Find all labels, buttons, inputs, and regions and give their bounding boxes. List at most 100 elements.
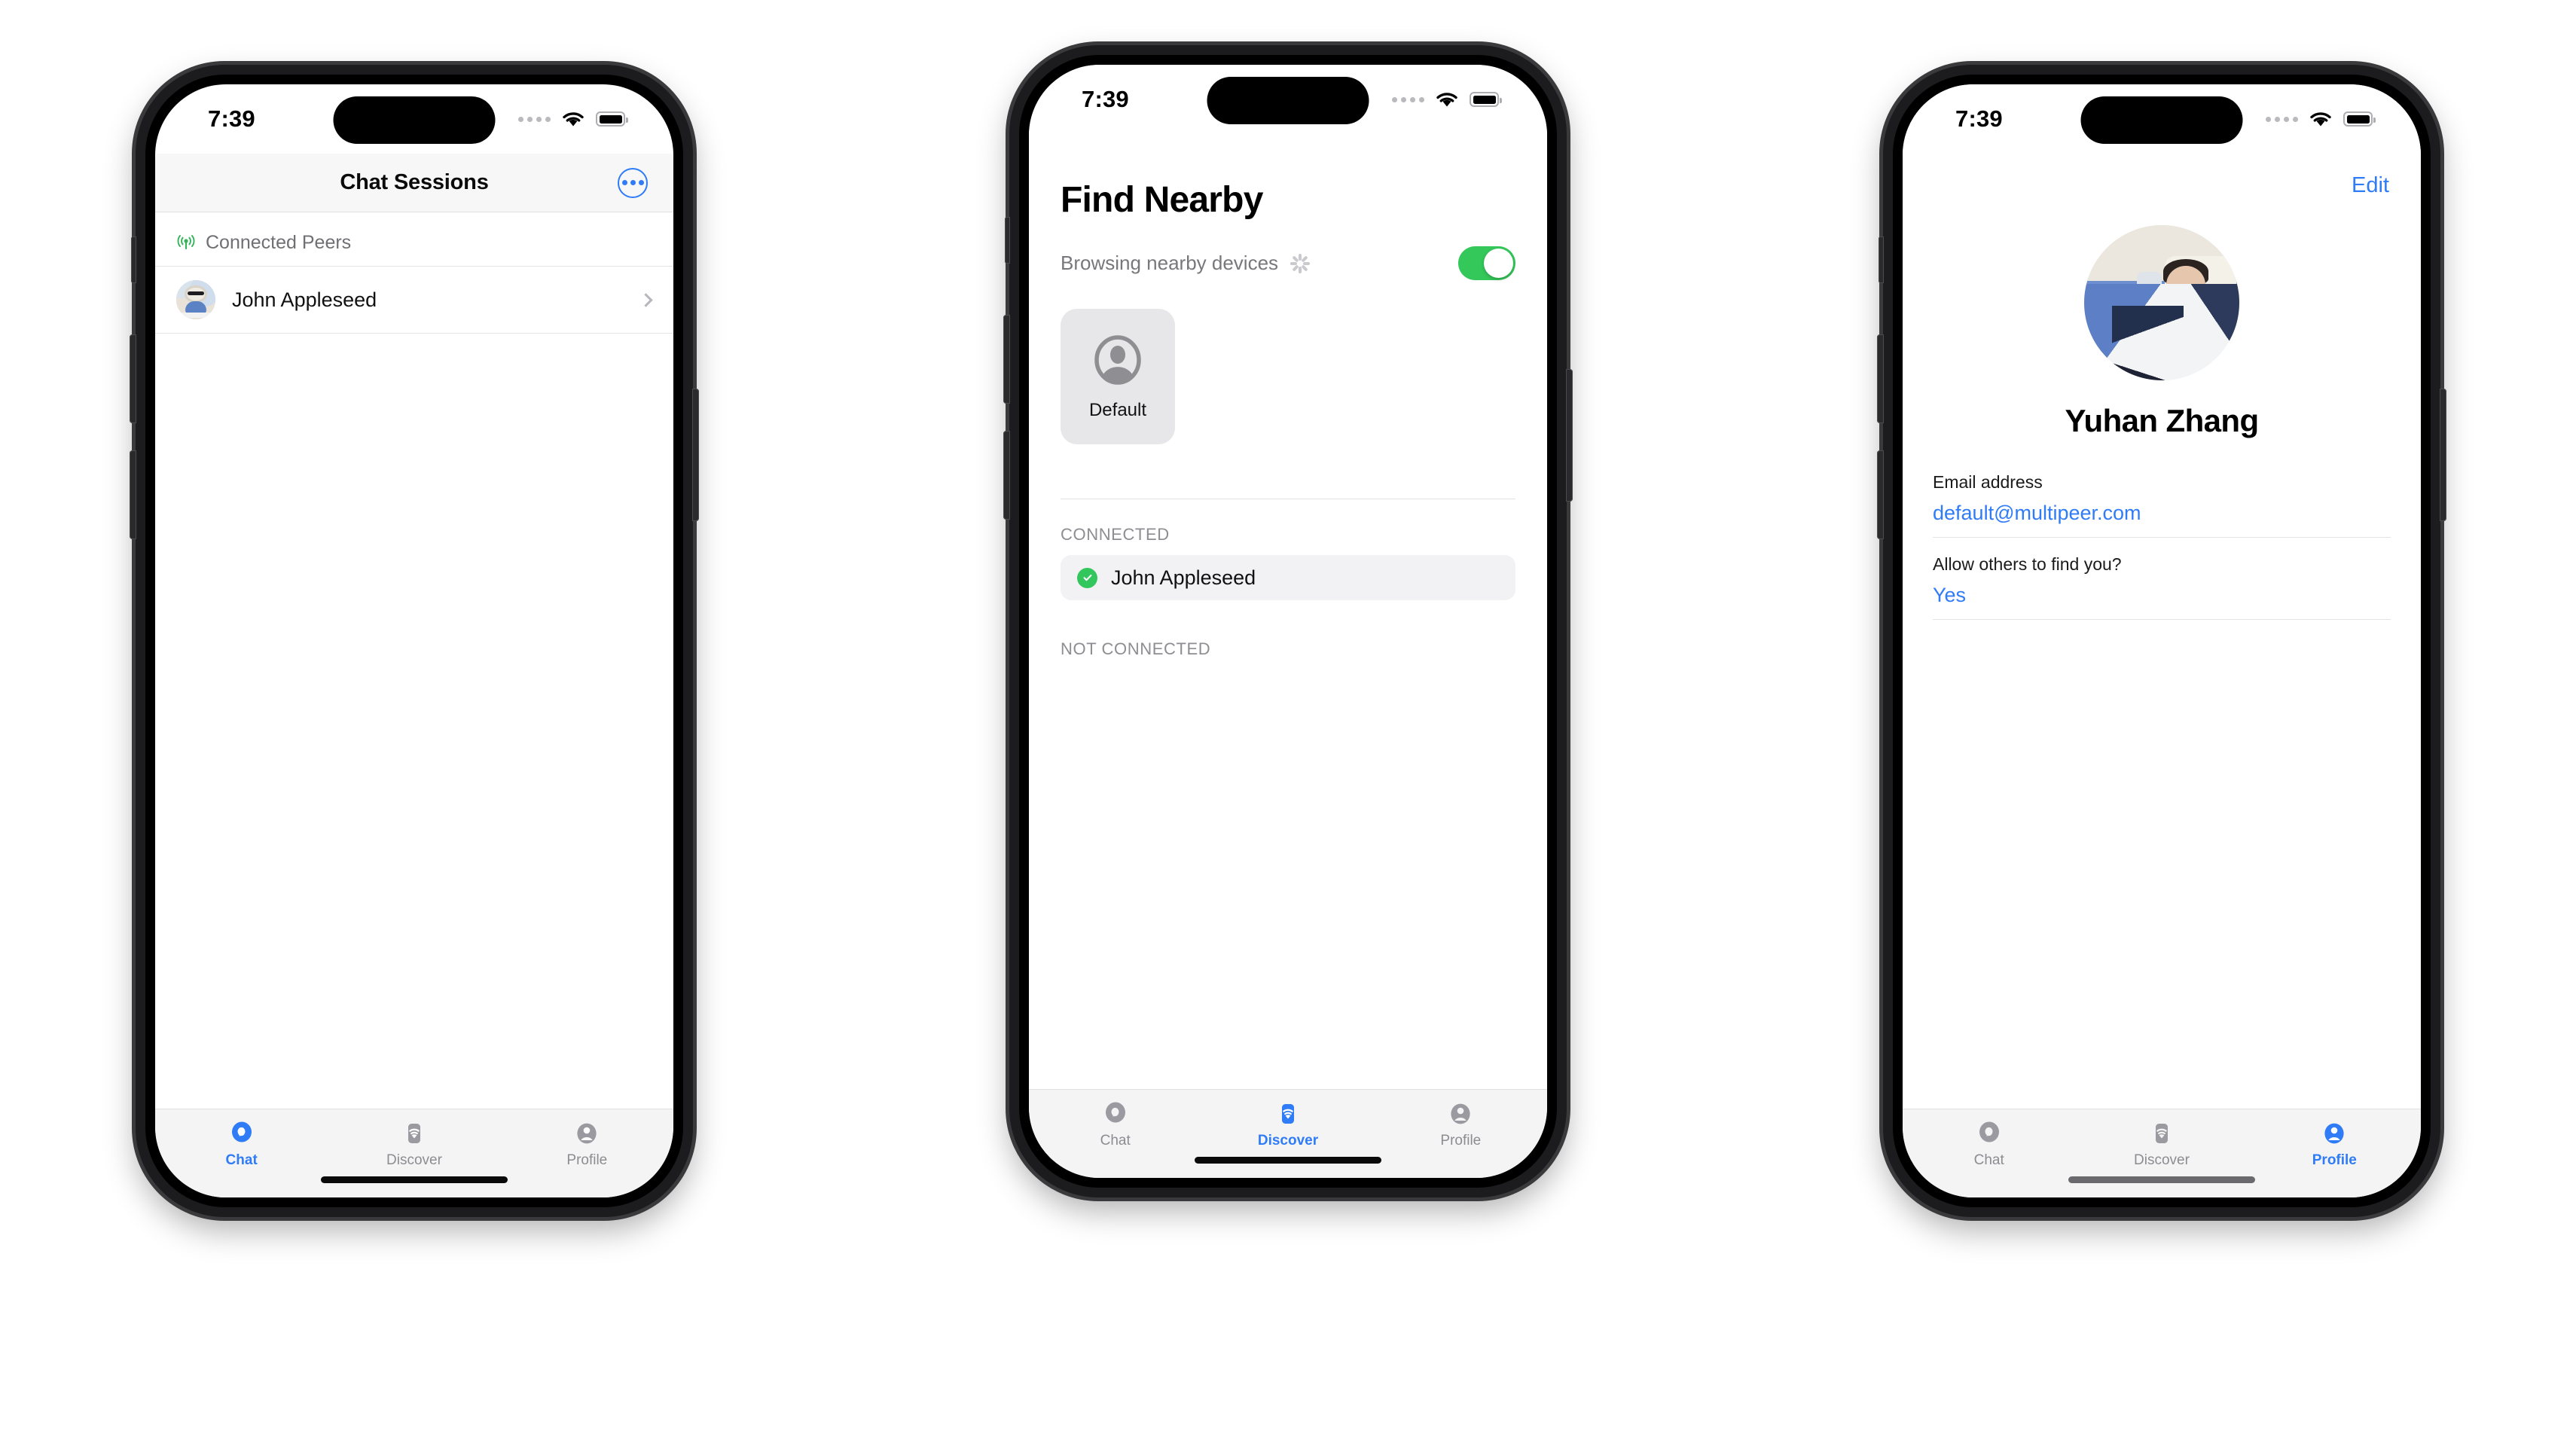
home-indicator[interactable] [2068, 1176, 2255, 1183]
wifi-card-icon [407, 1124, 420, 1143]
wifi-icon [1436, 93, 1457, 107]
tab-label: Discover [2134, 1152, 2190, 1168]
field-label: Email address [1933, 472, 2043, 492]
battery-icon [2343, 111, 2376, 127]
ellipsis-circle-icon[interactable] [618, 167, 648, 198]
section-label: Connected Peers [206, 232, 352, 253]
power-button[interactable] [2440, 389, 2446, 521]
tab-chat[interactable]: Chat [155, 1120, 328, 1169]
profile-name: Yuhan Zhang [2065, 403, 2259, 438]
screenshot-canvas: 7:39 Chat Sessions Connected Peers John … [0, 0, 2576, 1446]
silent-switch[interactable] [1879, 236, 1884, 283]
connected-peers-header: Connected Peers [155, 212, 673, 267]
device-label: Default [1088, 400, 1147, 420]
status-indicators [2266, 111, 2376, 127]
wifi-card-icon [2155, 1124, 2168, 1143]
cellular-dots-icon [1392, 96, 1424, 102]
volume-down-button[interactable] [1877, 450, 1884, 539]
cellular-dots-icon [518, 116, 551, 122]
status-time: 7:39 [208, 105, 255, 132]
avatar[interactable] [2084, 225, 2239, 380]
field-email: Email address default@multipeer.com [1933, 472, 2391, 538]
field-label: Allow others to find you? [1933, 554, 2122, 574]
tab-label: Profile [1440, 1133, 1482, 1149]
phone1-screen: 7:39 Chat Sessions Connected Peers John … [155, 84, 673, 1197]
power-button[interactable] [1566, 369, 1573, 502]
tab-label: Chat [225, 1152, 258, 1168]
edit-row: Edit [1903, 154, 2421, 198]
wifi-icon [2310, 112, 2331, 127]
volume-down-button[interactable] [130, 450, 136, 539]
browsing-status-row: Browsing nearby devices [1029, 221, 1547, 280]
silent-switch[interactable] [131, 236, 136, 283]
group-title-connected: CONNECTED [1061, 525, 1170, 544]
phone2-screen: 7:39 Find Nearby Browsing nearby devices [1029, 65, 1547, 1178]
person-circle-icon [1451, 1103, 1470, 1124]
volume-down-button[interactable] [1003, 431, 1010, 520]
chevron-right-icon [639, 292, 653, 307]
browsing-toggle[interactable] [1458, 246, 1515, 280]
discoverable-value[interactable]: Yes [1933, 584, 2391, 607]
phone-device-profile: 7:39 Edit Yuhan Zhang Email address defa… [1877, 65, 2446, 1217]
tab-label: Profile [2312, 1152, 2357, 1168]
page-title: Find Nearby [1061, 180, 1263, 220]
tab-bar: Chat Discover Profile [1903, 1109, 2421, 1197]
check-circle-icon [1077, 567, 1097, 588]
battery-icon [1470, 92, 1502, 107]
wifi-icon [563, 112, 584, 127]
silent-switch[interactable] [1005, 217, 1010, 264]
tab-chat[interactable]: Chat [1029, 1100, 1201, 1149]
phone-device-chat: 7:39 Chat Sessions Connected Peers John … [130, 65, 699, 1217]
wifi-card-icon [1281, 1104, 1294, 1124]
chat-sessions-list: Connected Peers John Appleseed [155, 212, 673, 1109]
dynamic-island [333, 96, 496, 144]
status-indicators [518, 111, 628, 127]
antenna-broadcast-icon [177, 234, 195, 249]
page-title: Chat Sessions [340, 170, 489, 194]
tab-chat[interactable]: Chat [1903, 1120, 2075, 1169]
loading-spinner-icon [1289, 252, 1311, 275]
chat-bubble-icon [1105, 1102, 1125, 1123]
battery-icon [596, 111, 628, 127]
tab-label: Chat [1973, 1152, 2004, 1168]
group-title-not-connected: NOT CONNECTED [1061, 639, 1211, 658]
status-time: 7:39 [1955, 105, 2003, 132]
profile-fields: Email address default@multipeer.com Allo… [1933, 472, 2391, 636]
find-nearby-screen: Find Nearby Browsing nearby devices Defa… [1029, 134, 1547, 1089]
dynamic-island [2080, 96, 2243, 144]
tab-profile[interactable]: Profile [1375, 1100, 1547, 1149]
device-card-default[interactable]: Default [1061, 309, 1175, 444]
peer-name: John Appleseed [1111, 566, 1256, 589]
tab-profile[interactable]: Profile [2248, 1120, 2421, 1169]
list-item[interactable]: John Appleseed [155, 267, 673, 334]
person-circle-icon [577, 1123, 597, 1144]
email-value[interactable]: default@multipeer.com [1933, 502, 2391, 525]
chat-bubble-icon [231, 1121, 252, 1142]
tab-discover[interactable]: Discover [328, 1120, 500, 1169]
dynamic-island [1207, 77, 1369, 124]
home-indicator[interactable] [321, 1176, 508, 1183]
tab-discover[interactable]: Discover [1201, 1100, 1374, 1149]
home-indicator[interactable] [1195, 1157, 1381, 1164]
tab-bar: Chat Discover Profile [155, 1109, 673, 1197]
chat-bubble-icon [1979, 1121, 1999, 1142]
edit-button[interactable]: Edit [2352, 173, 2389, 198]
person-circle-icon [2324, 1123, 2344, 1144]
status-bar: 7:39 [155, 84, 673, 154]
tab-discover[interactable]: Discover [2075, 1120, 2248, 1169]
volume-up-button[interactable] [1877, 334, 1884, 423]
tab-bar: Chat Discover Profile [1029, 1089, 1547, 1178]
status-bar: 7:39 [1029, 65, 1547, 134]
status-indicators [1392, 91, 1502, 108]
tab-profile[interactable]: Profile [501, 1120, 673, 1169]
power-button[interactable] [692, 389, 699, 521]
navigation-bar: Chat Sessions [155, 154, 673, 212]
browsing-label: Browsing nearby devices [1061, 252, 1279, 274]
volume-up-button[interactable] [1003, 315, 1010, 404]
tab-label: Discover [386, 1152, 442, 1168]
field-discoverable: Allow others to find you? Yes [1933, 554, 2391, 620]
volume-up-button[interactable] [130, 334, 136, 423]
peer-name: John Appleseed [232, 288, 377, 311]
device-card-grid: Default [1029, 280, 1547, 444]
list-item[interactable]: John Appleseed [1061, 555, 1515, 600]
